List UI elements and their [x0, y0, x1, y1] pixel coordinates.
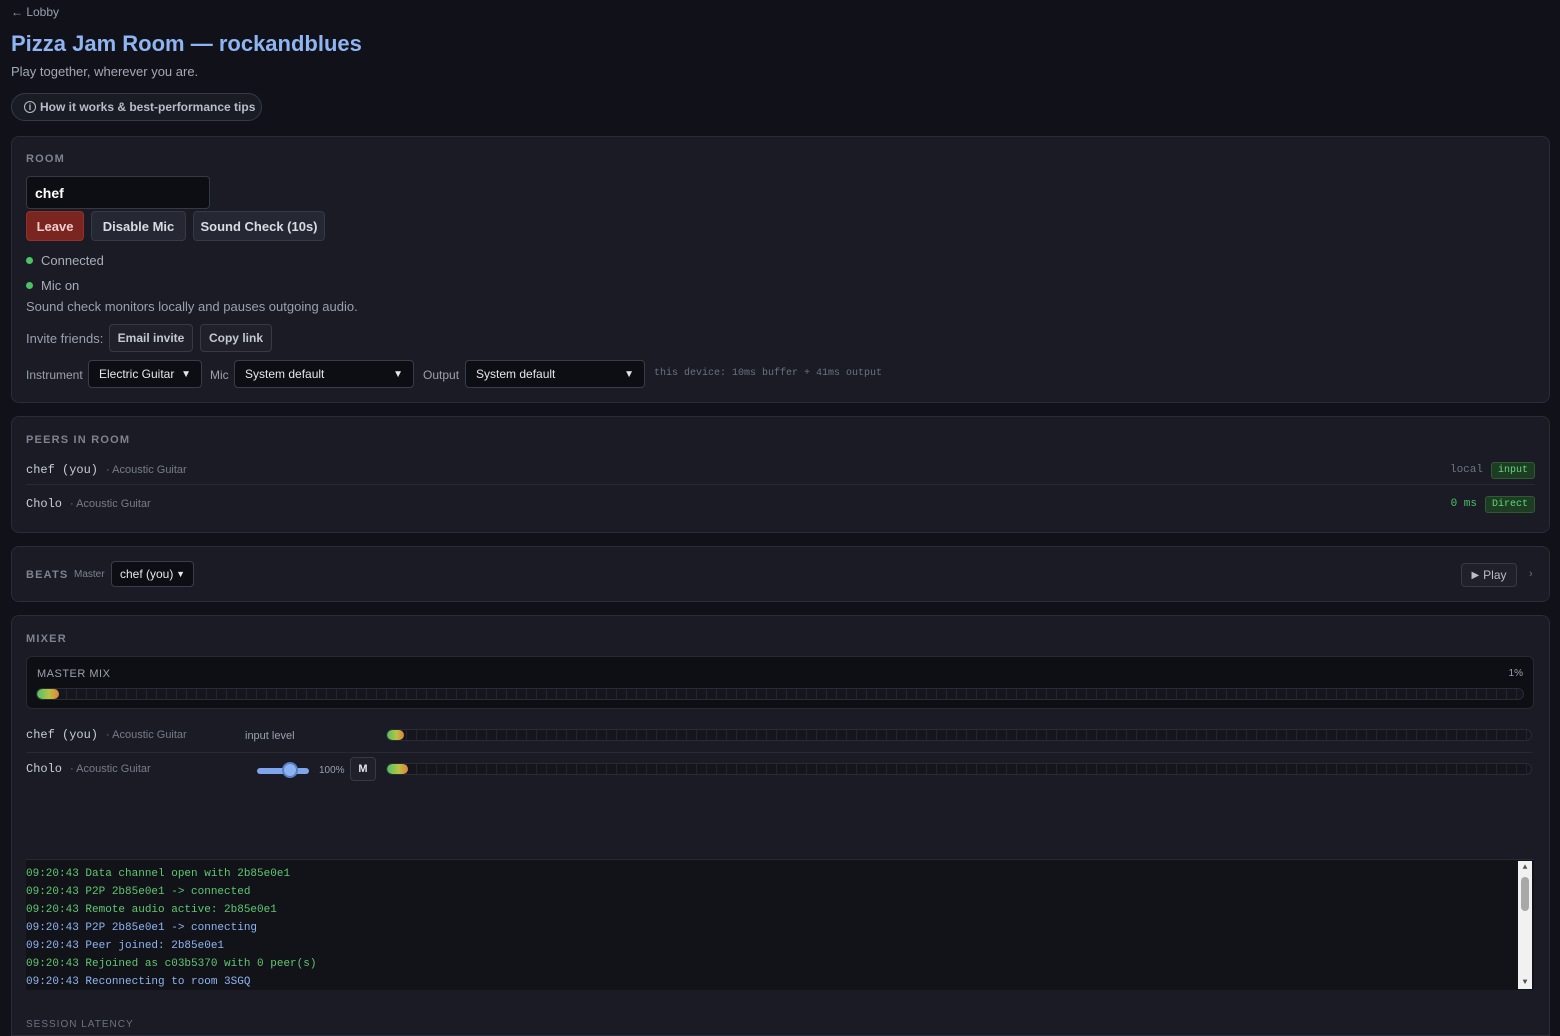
display-name-input[interactable] [26, 176, 210, 209]
beats-heading: BEATS [26, 569, 69, 581]
connection-status-text: Connected [41, 253, 104, 268]
mic-select-value: System default [245, 367, 325, 381]
device-latency-info: this device: 10ms buffer + 41ms output [654, 368, 883, 379]
mixer-channel-row: chef (you) · Acoustic Guitar [26, 718, 187, 752]
channel-meter [386, 729, 1532, 741]
log-line: 09:20:43 Remote audio active: 2b85e0e1 [26, 904, 277, 916]
peer-latency: 0 ms [1450, 498, 1477, 510]
output-select-value: System default [476, 367, 556, 381]
channel-name: Cholo [26, 762, 63, 776]
volume-slider-thumb[interactable] [282, 762, 298, 778]
channel-meter-fill [387, 764, 408, 774]
peer-name: chef (you) [26, 463, 99, 477]
chevron-down-icon: ▼ [181, 368, 191, 380]
instrument-select-value: Electric Guitar [99, 367, 175, 381]
page-title: Pizza Jam Room — rockandblues [11, 31, 362, 56]
sound-check-button[interactable]: Sound Check (10s) [193, 211, 325, 241]
master-mix-meter-fill [37, 689, 60, 699]
peer-row: chef (you) · Acoustic Guitar local input [26, 453, 1535, 487]
peer-name: Cholo [26, 497, 63, 511]
log-line: 09:20:43 P2P 2b85e0e1 -> connecting [26, 922, 258, 934]
email-invite-button[interactable]: Email invite [109, 324, 193, 352]
event-log[interactable]: 09:20:43 Data channel open with 2b85e0e1… [26, 859, 1534, 990]
channel-name: chef (you) [26, 728, 99, 742]
peer-instrument: · Acoustic Guitar [70, 498, 151, 510]
output-label: Output [423, 368, 460, 382]
page-subtitle: Play together, wherever you are. [11, 64, 199, 79]
scrollbar-thumb[interactable] [1521, 877, 1529, 911]
channel-instrument: · Acoustic Guitar [70, 763, 151, 775]
peer-row: Cholo · Acoustic Guitar 0 ms Direct [26, 487, 1535, 521]
mixer-panel: MIXER MASTER MIX 1% chef (you) · Acousti… [11, 615, 1550, 1036]
peers-panel: PEERS IN ROOM chef (you) · Acoustic Guit… [11, 416, 1550, 533]
channel-meter-fill [387, 730, 405, 740]
output-select[interactable]: System default ▼ [465, 360, 645, 388]
room-panel: ROOM Leave Disable Mic Sound Check (10s)… [11, 136, 1550, 403]
instrument-select[interactable]: Electric Guitar ▼ [88, 360, 202, 388]
channel-instrument: · Acoustic Guitar [106, 729, 187, 741]
log-scrollbar[interactable]: ▲ ▼ [1518, 861, 1532, 989]
play-icon: ▶ [1471, 569, 1480, 581]
mixer-channel-row: Cholo · Acoustic Guitar [26, 752, 151, 786]
invite-label: Invite friends: [26, 331, 104, 346]
log-line: 09:20:43 Peer joined: 2b85e0e1 [26, 940, 225, 952]
input-level-label: input level [245, 730, 295, 742]
peer-connection-info: local input [1449, 461, 1535, 479]
log-line: 09:20:43 Rejoined as c03b5370 with 0 pee… [26, 958, 317, 970]
chevron-down-icon: ▼ [393, 368, 403, 380]
beats-play-button[interactable]: ▶ Play [1461, 563, 1517, 587]
scroll-up-arrow-icon[interactable]: ▲ [1518, 863, 1532, 872]
copy-link-button[interactable]: Copy link [200, 324, 272, 352]
log-line: 09:20:43 P2P 2b85e0e1 -> connected [26, 886, 251, 898]
volume-percent: 100% [319, 765, 345, 776]
log-line: 09:20:43 Reconnecting to room 3SGQ [26, 976, 251, 988]
master-label: Master [74, 569, 105, 580]
mic-select[interactable]: System default ▼ [234, 360, 414, 388]
beats-expand-chevron-icon[interactable]: › [1529, 568, 1533, 580]
beats-master-select[interactable]: chef (you) ▼ [111, 561, 194, 587]
peer-row-divider [26, 484, 1535, 485]
peer-route-badge: Direct [1484, 495, 1535, 513]
peer-connection-info: 0 ms Direct [1450, 495, 1535, 513]
help-tips-label: How it works & best-performance tips [40, 100, 256, 114]
mic-on-dot-icon [26, 282, 33, 289]
sound-check-note: Sound check monitors locally and pauses … [26, 299, 358, 314]
mixer-heading: MIXER [26, 633, 67, 645]
mic-label: Mic [210, 368, 229, 382]
connected-dot-icon [26, 257, 33, 264]
back-link[interactable]: ← Lobby [11, 5, 59, 19]
master-mix-meter [36, 688, 1524, 700]
room-heading: ROOM [26, 153, 66, 165]
beats-panel: BEATS Master chef (you) ▼ ▶ Play › [11, 546, 1550, 602]
chevron-down-icon: ▼ [176, 569, 185, 579]
peer-route-badge: input [1490, 461, 1535, 479]
play-label: Play [1483, 568, 1507, 582]
peer-latency: local [1449, 464, 1483, 476]
instrument-label: Instrument [26, 368, 83, 382]
master-mix-box: MASTER MIX 1% [26, 656, 1534, 709]
master-mix-percent: 1% [1508, 668, 1523, 679]
disable-mic-button[interactable]: Disable Mic [91, 211, 186, 241]
mic-status-text: Mic on [41, 278, 80, 293]
scroll-down-arrow-icon[interactable]: ▼ [1518, 978, 1532, 987]
master-mix-label: MASTER MIX [37, 668, 111, 680]
beats-master-value: chef (you) [120, 567, 174, 581]
peer-instrument: · Acoustic Guitar [106, 464, 187, 476]
mixer-row-divider [26, 752, 1532, 753]
leave-button[interactable]: Leave [26, 211, 84, 241]
connection-status: Connected [26, 253, 104, 268]
mic-status: Mic on [26, 278, 79, 293]
channel-meter [386, 763, 1532, 775]
session-latency-heading: SESSION LATENCY [26, 1019, 134, 1030]
info-icon: i [24, 101, 36, 113]
chevron-down-icon: ▼ [624, 368, 634, 380]
mute-button[interactable]: M [350, 757, 376, 781]
peers-heading: PEERS IN ROOM [26, 434, 131, 446]
help-tips-button[interactable]: i How it works & best-performance tips [11, 93, 262, 121]
log-line: 09:20:43 Data channel open with 2b85e0e1 [26, 868, 291, 880]
